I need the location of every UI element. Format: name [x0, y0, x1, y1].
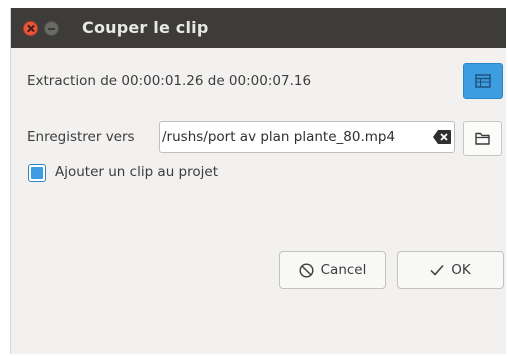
minimize-window-icon[interactable] — [44, 21, 59, 36]
window-title: Couper le clip — [82, 18, 209, 37]
backspace-clear-icon[interactable] — [433, 130, 451, 144]
browse-folder-button[interactable] — [463, 121, 502, 156]
save-to-label: Enregistrer vers — [27, 129, 135, 145]
save-path-input[interactable]: /rushs/port av plan plante_80.mp4 — [159, 121, 455, 153]
table-icon — [475, 74, 491, 88]
close-window-icon[interactable] — [23, 21, 38, 36]
title-bar: Couper le clip — [11, 8, 506, 48]
ok-button-label: OK — [451, 262, 471, 278]
cut-clip-dialog: Couper le clip Extraction de 00:00:01.26… — [10, 8, 506, 354]
cancel-button[interactable]: Cancel — [279, 251, 386, 289]
add-clip-checkbox[interactable] — [28, 164, 46, 182]
add-clip-label[interactable]: Ajouter un clip au projet — [55, 164, 218, 180]
folder-icon — [475, 132, 490, 145]
extraction-options-button[interactable] — [463, 63, 503, 99]
ok-button[interactable]: OK — [397, 251, 504, 289]
save-path-value[interactable]: /rushs/port av plan plante_80.mp4 — [162, 122, 395, 152]
checkmark-icon — [430, 265, 444, 276]
cancel-circle-icon — [299, 262, 314, 278]
checkbox-checked-indicator — [31, 167, 43, 179]
cancel-button-label: Cancel — [320, 262, 367, 278]
extraction-label: Extraction de 00:00:01.26 de 00:00:07.16 — [27, 73, 312, 89]
